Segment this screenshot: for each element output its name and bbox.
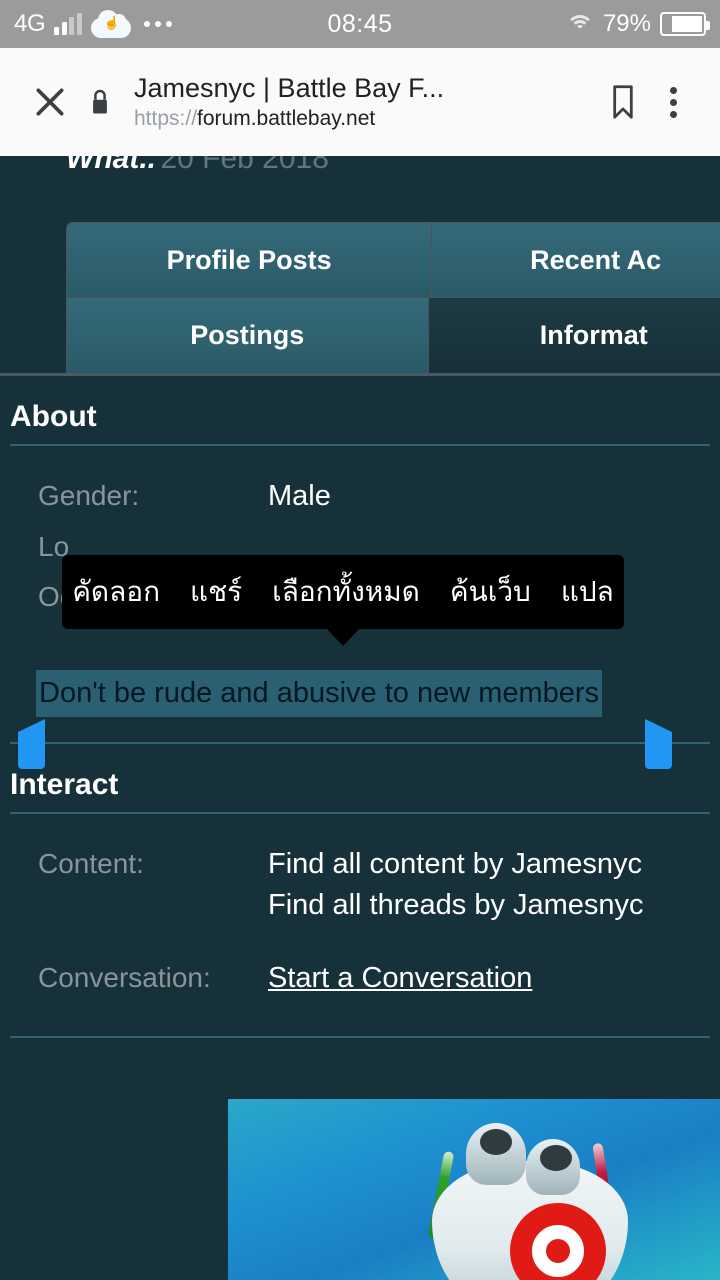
three-dots-icon [143, 21, 172, 27]
status-bar-left: 4G ☝ [14, 10, 327, 38]
status-bar: 4G ☝ 08:45 79% [0, 0, 720, 48]
boat-turret-left [466, 1123, 526, 1185]
page-url: https://forum.battlebay.net [134, 107, 598, 131]
interact-rows: Content: Find all content by Jamesnyc Fi… [0, 814, 720, 1010]
link-find-all-content[interactable]: Find all content by Jamesnyc [268, 844, 644, 885]
selected-text[interactable]: Don't be rude and abusive to new members [36, 670, 603, 718]
close-icon[interactable] [22, 74, 78, 130]
clipped-header-date: 20 Feb 2018 [160, 156, 329, 175]
context-menu-item-translate[interactable]: แปล [546, 570, 629, 614]
interact-row-conversation: Conversation: Start a Conversation [0, 936, 720, 1009]
about-value-gender: Male [268, 480, 331, 512]
profile-tabs-row-2: Postings Informat [0, 298, 720, 374]
status-bar-clock: 08:45 [327, 9, 393, 38]
context-menu-item-select-all[interactable]: เลือกทั้งหมด [257, 570, 435, 614]
text-selection-context-menu[interactable]: คัดลอก แชร์ เลือกทั้งหมด ค้นเว็บ แปล [62, 555, 624, 646]
battery-icon [660, 12, 710, 36]
omnibox[interactable]: Jamesnyc | Battle Bay F... https://forum… [122, 73, 598, 130]
web-page-content: What.. 20 Feb 2018 Profile Posts Recent … [0, 156, 720, 1280]
context-menu-item-web-search[interactable]: ค้นเว็บ [435, 570, 546, 614]
lock-icon [78, 74, 122, 130]
url-host: forum.battlebay.net [197, 106, 376, 130]
clipped-header-line: What.. 20 Feb 2018 [66, 156, 486, 176]
cloud-icon: ☝ [90, 10, 131, 38]
phone-screen: 4G ☝ 08:45 79% Jamesnyc | Battle Bay F..… [0, 0, 720, 1280]
wifi-icon [565, 14, 594, 34]
about-bottom-rule [10, 742, 710, 744]
boat-illustration [414, 1117, 644, 1280]
browser-toolbar: Jamesnyc | Battle Bay F... https://forum… [0, 48, 720, 156]
selection-handle-start[interactable] [18, 719, 45, 769]
clipped-header-title: What.. [66, 156, 156, 175]
bookmark-icon[interactable] [598, 74, 648, 130]
interact-section: Interact Content: Find all content by Ja… [0, 768, 720, 1010]
overflow-menu-icon[interactable] [648, 74, 698, 130]
network-type-label: 4G [14, 10, 46, 37]
interact-label-content: Content: [38, 848, 144, 879]
about-heading: About [10, 400, 97, 433]
tab-profile-posts[interactable]: Profile Posts [66, 222, 432, 298]
interact-value-content: Find all content by Jamesnyc Find all th… [268, 844, 644, 926]
profile-tabs-row-1: Profile Posts Recent Ac [0, 222, 720, 298]
link-start-a-conversation[interactable]: Start a Conversation [268, 958, 532, 999]
about-label-gender: Gender: [38, 480, 140, 511]
interact-row-content: Content: Find all content by Jamesnyc Fi… [0, 844, 720, 936]
tab-postings[interactable]: Postings [66, 298, 428, 374]
link-find-all-threads[interactable]: Find all threads by Jamesnyc [268, 885, 644, 926]
tab-information[interactable]: Informat [427, 298, 720, 374]
interact-bottom-rule [10, 1036, 710, 1038]
context-menu-item-share[interactable]: แชร์ [175, 570, 257, 614]
signal-bars-icon [54, 13, 82, 35]
status-bar-right: 79% [393, 10, 710, 38]
battery-percent-label: 79% [602, 10, 651, 37]
boat-turret-right [526, 1139, 580, 1195]
interact-heading: Interact [10, 768, 119, 801]
profile-tabs: Profile Posts Recent Ac Postings Informa… [0, 222, 720, 374]
tabs-bottom-rule [0, 373, 720, 376]
interact-value-conversation: Start a Conversation [268, 958, 532, 999]
context-menu-pointer [326, 628, 360, 646]
game-banner-image[interactable] [228, 1099, 720, 1280]
page-title: Jamesnyc | Battle Bay F... [134, 73, 445, 104]
context-menu-item-copy[interactable]: คัดลอก [57, 570, 175, 614]
interact-label-conversation: Conversation: [38, 962, 211, 994]
selected-text-block[interactable]: Don't be rude and abusive to new members [0, 670, 720, 718]
tab-recent-activity[interactable]: Recent Ac [431, 222, 720, 298]
url-scheme: https:// [134, 106, 198, 130]
selection-handle-end[interactable] [645, 719, 672, 769]
about-row-gender: Gender: Male [0, 476, 720, 527]
